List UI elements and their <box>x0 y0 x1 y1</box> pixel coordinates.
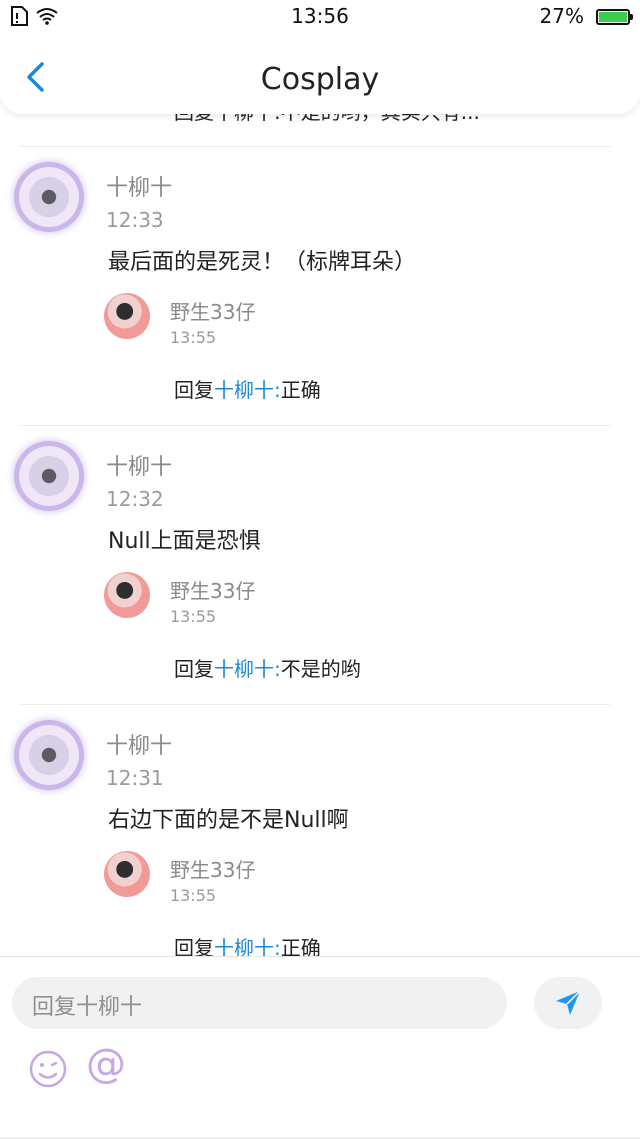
reply-body: 正确 <box>280 936 321 956</box>
reply-composer: 回复十柳十 @ <box>0 956 640 1139</box>
reply-avatar[interactable] <box>104 572 150 618</box>
reply-avatar[interactable] <box>104 293 150 339</box>
avatar[interactable] <box>14 720 84 790</box>
comment-thread: 十柳十 12:33 最后面的是死灵！（标牌耳朵） 野生33仔 13:55 回复十… <box>0 146 640 426</box>
status-bar: 13:56 27% <box>0 0 640 34</box>
partial-reply-text: 回复十柳十:不是的哟，其实只有... <box>174 114 480 125</box>
emoji-icon <box>29 1050 67 1088</box>
battery-fill <box>599 12 627 22</box>
reply-text[interactable]: 回复十柳十:正确 <box>174 374 321 403</box>
avatar[interactable] <box>14 162 84 232</box>
comment-time: 12:31 <box>106 766 164 790</box>
reply-text[interactable]: 回复十柳十:正确 <box>174 932 321 956</box>
reply-mention[interactable]: 十柳十 <box>214 378 274 402</box>
reply-prefix: 回复 <box>174 378 214 402</box>
page-title: Cosplay <box>260 62 380 97</box>
comment-thread: 十柳十 12:32 Null上面是恐惧 野生33仔 13:55 回复十柳十:不是… <box>0 425 640 705</box>
comment-author[interactable]: 十柳十 <box>106 728 172 760</box>
reply-separator: : <box>274 936 281 956</box>
reply-prefix: 回复 <box>174 657 214 681</box>
comment-time: 12:32 <box>106 487 164 511</box>
reply-avatar[interactable] <box>104 851 150 897</box>
reply-input[interactable]: 回复十柳十 <box>12 977 507 1029</box>
nav-bar: Cosplay <box>0 34 640 114</box>
battery-percent: 27% <box>539 4 584 28</box>
reply-time: 13:55 <box>170 886 217 905</box>
reply-author[interactable]: 野生33仔 <box>170 296 255 325</box>
reply-body: 不是的哟 <box>280 657 361 681</box>
reply-author[interactable]: 野生33仔 <box>170 854 255 883</box>
comment-text[interactable]: 右边下面的是不是Null啊 <box>108 802 349 834</box>
reply-text[interactable]: 回复十柳十:不是的哟 <box>174 653 361 682</box>
comment-thread: 十柳十 12:31 右边下面的是不是Null啊 野生33仔 13:55 回复十柳… <box>0 704 640 956</box>
comment-time: 12:33 <box>106 208 164 232</box>
reply-separator: : <box>274 378 281 402</box>
comment-text[interactable]: 最后面的是死灵！（标牌耳朵） <box>108 244 416 276</box>
avatar[interactable] <box>14 441 84 511</box>
reply-time: 13:55 <box>170 328 217 347</box>
reply-author[interactable]: 野生33仔 <box>170 575 255 604</box>
send-button[interactable] <box>534 977 602 1029</box>
reply-mention[interactable]: 十柳十 <box>214 657 274 681</box>
comment-author[interactable]: 十柳十 <box>106 170 172 202</box>
reply-body: 正确 <box>280 378 321 402</box>
comment-list[interactable]: 回复十柳十:不是的哟，其实只有... 十柳十 12:33 最后面的是死灵！（标牌… <box>0 114 640 956</box>
reply-time: 13:55 <box>170 607 217 626</box>
reply-mention[interactable]: 十柳十 <box>214 936 274 956</box>
reply-input-placeholder: 回复十柳十 <box>32 995 143 1020</box>
comment-text[interactable]: Null上面是恐惧 <box>108 523 261 555</box>
send-icon <box>556 990 581 1015</box>
emoji-button[interactable] <box>28 1049 68 1089</box>
battery-icon <box>596 9 633 25</box>
reply-separator: : <box>274 657 281 681</box>
mention-button[interactable]: @ <box>86 1041 126 1087</box>
comment-author[interactable]: 十柳十 <box>106 449 172 481</box>
reply-prefix: 回复 <box>174 936 214 956</box>
